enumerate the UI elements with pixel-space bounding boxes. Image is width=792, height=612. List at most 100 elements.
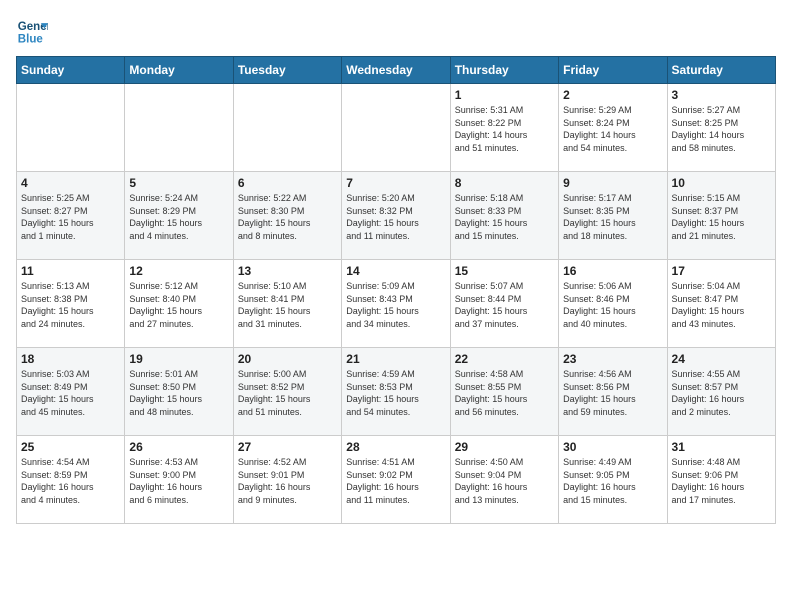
day-detail: Sunrise: 5:00 AM Sunset: 8:52 PM Dayligh… (238, 368, 337, 418)
page-header: General Blue (16, 16, 776, 48)
day-detail: Sunrise: 5:15 AM Sunset: 8:37 PM Dayligh… (672, 192, 771, 242)
day-number: 21 (346, 352, 445, 366)
day-cell: 14 Sunrise: 5:09 AM Sunset: 8:43 PM Dayli… (342, 260, 450, 348)
day-number: 6 (238, 176, 337, 190)
header-monday: Monday (125, 57, 233, 84)
day-cell: 13 Sunrise: 5:10 AM Sunset: 8:41 PM Dayli… (233, 260, 341, 348)
day-number: 10 (672, 176, 771, 190)
day-cell: 11Sunrise: 5:13 AM Sunset: 8:38 PM Dayli… (17, 260, 125, 348)
day-number: 18 (21, 352, 120, 366)
day-number: 19 (129, 352, 228, 366)
day-number: 27 (238, 440, 337, 454)
day-detail: Sunrise: 4:49 AM Sunset: 9:05 PM Dayligh… (563, 456, 662, 506)
day-detail: Sunrise: 5:25 AM Sunset: 8:27 PM Dayligh… (21, 192, 120, 242)
day-number: 7 (346, 176, 445, 190)
day-number: 12 (129, 264, 228, 278)
day-cell: 2 Sunrise: 5:29 AM Sunset: 8:24 PM Daylig… (559, 84, 667, 172)
day-cell: 15Sunrise: 5:07 AM Sunset: 8:44 PM Dayli… (450, 260, 558, 348)
day-number: 2 (563, 88, 662, 102)
day-number: 20 (238, 352, 337, 366)
day-cell: 1 Sunrise: 5:31 AM Sunset: 8:22 PM Daylig… (450, 84, 558, 172)
day-detail: Sunrise: 5:01 AM Sunset: 8:50 PM Dayligh… (129, 368, 228, 418)
day-cell (125, 84, 233, 172)
day-cell: 26 Sunrise: 4:53 AM Sunset: 9:00 PM Dayli… (125, 436, 233, 524)
day-detail: Sunrise: 5:24 AM Sunset: 8:29 PM Dayligh… (129, 192, 228, 242)
day-cell: 4 Sunrise: 5:25 AM Sunset: 8:27 PM Daylig… (17, 172, 125, 260)
day-number: 29 (455, 440, 554, 454)
day-number: 26 (129, 440, 228, 454)
day-cell: 22Sunrise: 4:58 AM Sunset: 8:55 PM Dayli… (450, 348, 558, 436)
day-detail: Sunrise: 5:10 AM Sunset: 8:41 PM Dayligh… (238, 280, 337, 330)
header-sunday: Sunday (17, 57, 125, 84)
svg-text:General: General (18, 21, 48, 33)
day-number: 14 (346, 264, 445, 278)
day-number: 24 (672, 352, 771, 366)
week-row-3: 11Sunrise: 5:13 AM Sunset: 8:38 PM Dayli… (17, 260, 776, 348)
day-detail: Sunrise: 4:51 AM Sunset: 9:02 PM Dayligh… (346, 456, 445, 506)
day-number: 1 (455, 88, 554, 102)
day-detail: Sunrise: 4:56 AM Sunset: 8:56 PM Dayligh… (563, 368, 662, 418)
day-cell: 20 Sunrise: 5:00 AM Sunset: 8:52 PM Dayli… (233, 348, 341, 436)
day-cell: 6 Sunrise: 5:22 AM Sunset: 8:30 PM Daylig… (233, 172, 341, 260)
day-number: 13 (238, 264, 337, 278)
day-detail: Sunrise: 5:12 AM Sunset: 8:40 PM Dayligh… (129, 280, 228, 330)
day-number: 31 (672, 440, 771, 454)
day-number: 9 (563, 176, 662, 190)
day-cell: 31 Sunrise: 4:48 AM Sunset: 9:06 PM Dayli… (667, 436, 775, 524)
day-detail: Sunrise: 4:53 AM Sunset: 9:00 PM Dayligh… (129, 456, 228, 506)
day-number: 5 (129, 176, 228, 190)
day-number: 28 (346, 440, 445, 454)
day-cell: 24 Sunrise: 4:55 AM Sunset: 8:57 PM Dayli… (667, 348, 775, 436)
day-detail: Sunrise: 4:50 AM Sunset: 9:04 PM Dayligh… (455, 456, 554, 506)
calendar-table: SundayMondayTuesdayWednesdayThursdayFrid… (16, 56, 776, 524)
header-wednesday: Wednesday (342, 57, 450, 84)
svg-text:Blue: Blue (18, 34, 44, 46)
day-detail: Sunrise: 4:59 AM Sunset: 8:53 PM Dayligh… (346, 368, 445, 418)
day-cell: 8Sunrise: 5:18 AM Sunset: 8:33 PM Daylig… (450, 172, 558, 260)
day-cell: 28 Sunrise: 4:51 AM Sunset: 9:02 PM Dayli… (342, 436, 450, 524)
day-cell: 12 Sunrise: 5:12 AM Sunset: 8:40 PM Dayli… (125, 260, 233, 348)
days-header-row: SundayMondayTuesdayWednesdayThursdayFrid… (17, 57, 776, 84)
day-cell: 27Sunrise: 4:52 AM Sunset: 9:01 PM Dayli… (233, 436, 341, 524)
day-number: 23 (563, 352, 662, 366)
day-number: 8 (455, 176, 554, 190)
day-cell: 9 Sunrise: 5:17 AM Sunset: 8:35 PM Daylig… (559, 172, 667, 260)
day-cell: 30 Sunrise: 4:49 AM Sunset: 9:05 PM Dayli… (559, 436, 667, 524)
header-thursday: Thursday (450, 57, 558, 84)
day-cell: 19 Sunrise: 5:01 AM Sunset: 8:50 PM Dayli… (125, 348, 233, 436)
day-number: 17 (672, 264, 771, 278)
day-detail: Sunrise: 5:06 AM Sunset: 8:46 PM Dayligh… (563, 280, 662, 330)
day-detail: Sunrise: 4:58 AM Sunset: 8:55 PM Dayligh… (455, 368, 554, 418)
day-detail: Sunrise: 4:54 AM Sunset: 8:59 PM Dayligh… (21, 456, 120, 506)
day-detail: Sunrise: 4:48 AM Sunset: 9:06 PM Dayligh… (672, 456, 771, 506)
week-row-1: 1 Sunrise: 5:31 AM Sunset: 8:22 PM Daylig… (17, 84, 776, 172)
day-detail: Sunrise: 5:07 AM Sunset: 8:44 PM Dayligh… (455, 280, 554, 330)
day-number: 16 (563, 264, 662, 278)
day-number: 3 (672, 88, 771, 102)
day-detail: Sunrise: 5:31 AM Sunset: 8:22 PM Dayligh… (455, 104, 554, 154)
week-row-4: 18Sunrise: 5:03 AM Sunset: 8:49 PM Dayli… (17, 348, 776, 436)
day-cell: 16 Sunrise: 5:06 AM Sunset: 8:46 PM Dayli… (559, 260, 667, 348)
day-detail: Sunrise: 4:55 AM Sunset: 8:57 PM Dayligh… (672, 368, 771, 418)
day-cell (342, 84, 450, 172)
day-cell: 10 Sunrise: 5:15 AM Sunset: 8:37 PM Dayli… (667, 172, 775, 260)
day-cell: 3 Sunrise: 5:27 AM Sunset: 8:25 PM Daylig… (667, 84, 775, 172)
day-detail: Sunrise: 5:22 AM Sunset: 8:30 PM Dayligh… (238, 192, 337, 242)
day-detail: Sunrise: 5:09 AM Sunset: 8:43 PM Dayligh… (346, 280, 445, 330)
day-cell (17, 84, 125, 172)
day-number: 30 (563, 440, 662, 454)
day-detail: Sunrise: 5:13 AM Sunset: 8:38 PM Dayligh… (21, 280, 120, 330)
header-friday: Friday (559, 57, 667, 84)
day-detail: Sunrise: 5:17 AM Sunset: 8:35 PM Dayligh… (563, 192, 662, 242)
day-cell: 18Sunrise: 5:03 AM Sunset: 8:49 PM Dayli… (17, 348, 125, 436)
day-number: 4 (21, 176, 120, 190)
day-detail: Sunrise: 5:27 AM Sunset: 8:25 PM Dayligh… (672, 104, 771, 154)
logo: General Blue (16, 16, 48, 48)
day-cell: 23 Sunrise: 4:56 AM Sunset: 8:56 PM Dayli… (559, 348, 667, 436)
day-detail: Sunrise: 5:20 AM Sunset: 8:32 PM Dayligh… (346, 192, 445, 242)
day-cell: 7 Sunrise: 5:20 AM Sunset: 8:32 PM Daylig… (342, 172, 450, 260)
day-cell: 29 Sunrise: 4:50 AM Sunset: 9:04 PM Dayli… (450, 436, 558, 524)
day-detail: Sunrise: 5:29 AM Sunset: 8:24 PM Dayligh… (563, 104, 662, 154)
header-tuesday: Tuesday (233, 57, 341, 84)
day-cell (233, 84, 341, 172)
